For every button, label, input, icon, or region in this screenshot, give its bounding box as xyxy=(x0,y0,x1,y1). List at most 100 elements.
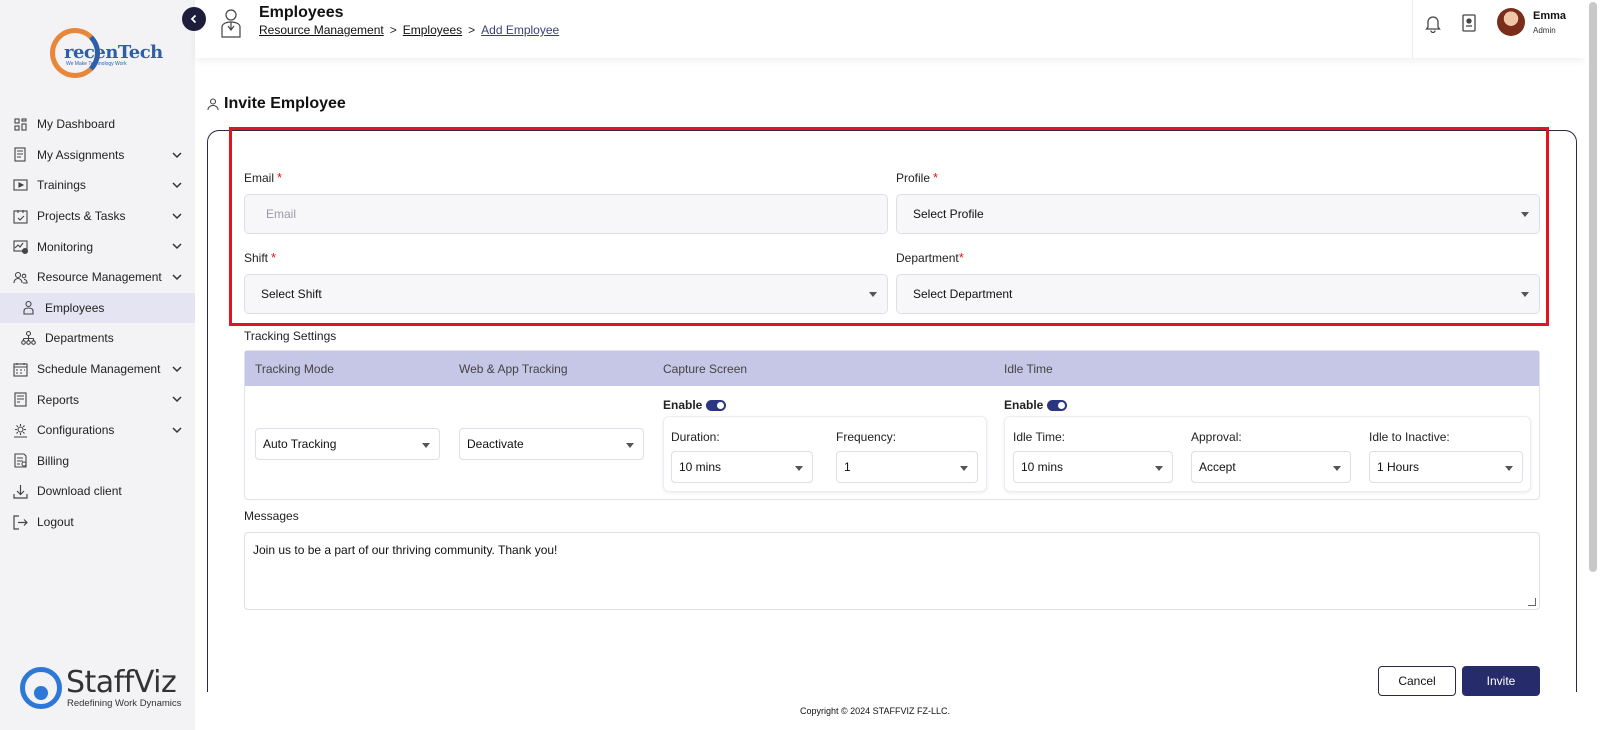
people-icon xyxy=(12,269,29,286)
sidebar-item-label: Departments xyxy=(45,331,114,346)
duration-select[interactable]: 10 mins xyxy=(671,451,813,483)
breadcrumb-resource-management[interactable]: Resource Management xyxy=(259,23,384,37)
web-app-tracking-select[interactable]: Deactivate xyxy=(459,428,644,460)
required-mark: * xyxy=(958,250,964,265)
shift-label: Shift * xyxy=(244,250,276,265)
page-title: Employees xyxy=(259,4,344,21)
profile-value: Select Profile xyxy=(913,207,984,221)
sidebar-item-billing[interactable]: Billing xyxy=(0,446,195,477)
sidebar-item-label: Configurations xyxy=(37,423,115,438)
frequency-label: Frequency: xyxy=(836,430,897,444)
avatar[interactable] xyxy=(1497,8,1525,36)
caret-down-icon xyxy=(1155,466,1163,471)
required-mark: * xyxy=(933,170,939,185)
approval-select[interactable]: Accept xyxy=(1191,451,1351,483)
sidebar-nav: My Dashboard My Assignments Trainings Pr… xyxy=(0,109,195,537)
sidebar-item-label: Trainings xyxy=(37,178,86,193)
sidebar-item-projects-tasks[interactable]: Projects & Tasks xyxy=(0,201,195,232)
recentech-logo: recenTech We Make Technology Work xyxy=(50,28,163,78)
report-icon xyxy=(12,391,29,408)
sidebar-item-reports[interactable]: Reports xyxy=(0,384,195,415)
messages-label: Messages xyxy=(244,509,299,523)
shift-label-text: Shift xyxy=(244,251,269,265)
bell-icon[interactable] xyxy=(1423,13,1443,33)
collapse-sidebar-button[interactable] xyxy=(182,7,206,31)
required-mark: * xyxy=(277,170,283,185)
video-icon xyxy=(12,177,29,194)
scrollbar[interactable] xyxy=(1585,0,1600,730)
gear-icon xyxy=(12,422,29,439)
idle-to-inactive-select[interactable]: 1 Hours xyxy=(1369,451,1523,483)
logout-icon xyxy=(12,514,29,531)
idle-time-label: Idle Time: xyxy=(1013,430,1066,444)
frequency-value: 1 xyxy=(844,460,851,474)
caret-down-icon xyxy=(1521,292,1529,297)
sidebar-item-monitoring[interactable]: Monitoring xyxy=(0,231,195,262)
capture-enable: Enable xyxy=(663,398,727,412)
department-value: Select Department xyxy=(913,287,1013,301)
staffviz-name: StaffViz xyxy=(66,665,177,700)
sidebar-item-trainings[interactable]: Trainings xyxy=(0,170,195,201)
sidebar-item-resource-management[interactable]: Resource Management xyxy=(0,262,195,293)
sidebar-item-employees[interactable]: Employees xyxy=(0,292,195,324)
resize-handle-icon[interactable] xyxy=(1528,598,1536,606)
breadcrumb-add-employee[interactable]: Add Employee xyxy=(481,23,559,37)
sidebar-item-label: My Assignments xyxy=(37,147,125,162)
breadcrumb-separator: > xyxy=(389,23,397,37)
calendar-icon xyxy=(12,361,29,378)
top-header: Employees Resource Management > Employee… xyxy=(195,0,1585,58)
breadcrumb: Resource Management > Employees > Add Em… xyxy=(259,23,559,37)
shift-select[interactable]: Select Shift xyxy=(244,274,888,314)
sidebar-item-departments[interactable]: Departments xyxy=(0,323,195,354)
org-chart-icon xyxy=(20,330,37,347)
caret-down-icon xyxy=(795,466,803,471)
header-web-app-tracking: Web & App Tracking xyxy=(459,362,568,376)
capture-screen-panel: Duration: 10 mins Frequency: 1 xyxy=(663,416,987,492)
idle-enable: Enable xyxy=(1004,398,1068,412)
email-field[interactable]: Email xyxy=(244,194,888,234)
sidebar-item-download-client[interactable]: Download client xyxy=(0,476,195,507)
breadcrumb-separator: > xyxy=(468,23,476,37)
capture-enable-toggle[interactable] xyxy=(706,399,727,411)
assignments-icon xyxy=(12,146,29,163)
sidebar-item-label: Resource Management xyxy=(37,270,162,285)
frequency-select[interactable]: 1 xyxy=(836,451,978,483)
approval-label: Approval: xyxy=(1191,430,1242,444)
department-select[interactable]: Select Department xyxy=(896,274,1540,314)
sidebar-item-label: Logout xyxy=(37,515,74,530)
sidebar-item-my-dashboard[interactable]: My Dashboard xyxy=(0,109,195,140)
invite-button[interactable]: Invite xyxy=(1462,666,1540,696)
chevron-down-icon xyxy=(172,213,182,219)
approval-value: Accept xyxy=(1199,460,1236,474)
sidebar-item-configurations[interactable]: Configurations xyxy=(0,415,195,446)
download-icon xyxy=(12,483,29,500)
invite-employee-title: Invite Employee xyxy=(224,95,346,112)
sidebar-item-my-assignments[interactable]: My Assignments xyxy=(0,140,195,171)
tracking-mode-select[interactable]: Auto Tracking xyxy=(255,428,440,460)
profile-select[interactable]: Select Profile xyxy=(896,194,1540,234)
breadcrumb-employees[interactable]: Employees xyxy=(403,23,462,37)
caret-down-icon xyxy=(422,443,430,448)
shift-value: Select Shift xyxy=(261,287,322,301)
messages-textarea[interactable]: Join us to be a part of our thriving com… xyxy=(244,532,1540,610)
clipboard-icon xyxy=(12,208,29,225)
sidebar-item-schedule-management[interactable]: Schedule Management xyxy=(0,354,195,385)
header-divider xyxy=(1412,0,1413,58)
contact-card-icon[interactable] xyxy=(1459,13,1479,33)
sidebar-item-label: Employees xyxy=(45,300,105,315)
chevron-down-icon xyxy=(172,366,182,372)
cancel-button[interactable]: Cancel xyxy=(1378,666,1456,696)
sidebar-item-label: Billing xyxy=(37,453,70,468)
department-label: Department* xyxy=(896,250,964,265)
header-capture-screen: Capture Screen xyxy=(663,362,748,376)
idle-time-select[interactable]: 10 mins xyxy=(1013,451,1173,483)
idle-enable-toggle[interactable] xyxy=(1047,399,1068,411)
idle-enable-label: Enable xyxy=(1004,398,1044,412)
messages-text: Join us to be a part of our thriving com… xyxy=(253,543,558,557)
idle-time-value: 10 mins xyxy=(1021,460,1064,474)
staffviz-mark xyxy=(20,667,62,709)
duration-label: Duration: xyxy=(671,430,720,444)
sidebar-item-logout[interactable]: Logout xyxy=(0,507,195,538)
scrollbar-thumb[interactable] xyxy=(1589,2,1597,572)
chevron-left-icon xyxy=(190,14,197,24)
